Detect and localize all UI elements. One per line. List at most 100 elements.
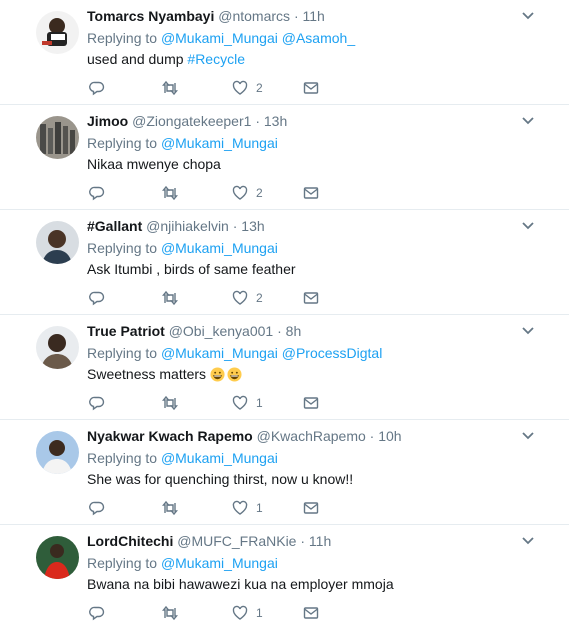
mention-link[interactable]: @Mukami_Mungai [161, 240, 278, 256]
reply-icon [89, 186, 105, 201]
tweet-content: Nyakwar Kwach Rapemo @KwachRapemo · 10h … [87, 427, 529, 488]
tweet-text: used and dump #Recycle [87, 50, 529, 68]
replying-to-label: Replying to [87, 450, 158, 466]
separator-dot: · [300, 533, 306, 549]
replying-to: Replying to @Mukami_Mungai [87, 449, 529, 467]
mention-link[interactable]: @ProcessDigtal [282, 345, 383, 361]
timestamp[interactable]: 8h [286, 323, 302, 339]
tweet-item[interactable]: Tomarcs Nyambayi @ntomarcs · 11h Replyin… [0, 0, 569, 105]
retweet-button[interactable] [161, 79, 179, 97]
tweet-header: LordChitechi @MUFC_FRaNKie · 11h [87, 532, 529, 550]
retweet-button[interactable] [161, 184, 179, 202]
user-handle[interactable]: @njihiakelvin [146, 218, 229, 234]
like-button[interactable]: 2 [232, 289, 263, 307]
chevron-down-icon[interactable] [521, 11, 535, 21]
retweet-button[interactable] [161, 394, 179, 412]
timestamp[interactable]: 13h [264, 113, 287, 129]
mention-link[interactable]: @Mukami_Mungai [161, 30, 278, 46]
chevron-down-icon[interactable] [521, 326, 535, 336]
separator-dot: · [255, 113, 260, 129]
avatar[interactable] [36, 221, 79, 264]
chevron-down-icon[interactable] [521, 431, 535, 441]
avatar[interactable] [36, 11, 79, 54]
retweet-button[interactable] [161, 289, 179, 307]
reply-button[interactable] [89, 499, 105, 517]
timestamp[interactable]: 11h [309, 533, 331, 549]
replying-to: Replying to @Mukami_Mungai [87, 554, 529, 572]
envelope-icon [303, 607, 319, 619]
chevron-down-icon[interactable] [521, 221, 535, 231]
reply-button[interactable] [89, 79, 105, 97]
tweet-content: LordChitechi @MUFC_FRaNKie · 11h Replyin… [87, 532, 529, 593]
direct-message-button[interactable] [303, 394, 319, 412]
reply-icon [89, 81, 105, 96]
reply-feed: Tomarcs Nyambayi @ntomarcs · 11h Replyin… [0, 0, 569, 631]
mention-link[interactable]: @Mukami_Mungai [161, 345, 278, 361]
tweet-item[interactable]: LordChitechi @MUFC_FRaNKie · 11h Replyin… [0, 525, 569, 631]
tweet-item[interactable]: Nyakwar Kwach Rapemo @KwachRapemo · 10h … [0, 420, 569, 525]
avatar[interactable] [36, 326, 79, 369]
grinning-face-emoji [227, 367, 242, 382]
tweet-item[interactable]: Jimoo @Ziongatekeeper1 · 13h Replying to… [0, 105, 569, 210]
display-name[interactable]: LordChitechi [87, 533, 173, 549]
separator-dot: · [232, 218, 238, 234]
mention-link[interactable]: @Mukami_Mungai [161, 135, 278, 151]
tweet-text: Bwana na bibi hawawezi kua na employer m… [87, 576, 394, 592]
direct-message-button[interactable] [303, 289, 319, 307]
like-count: 2 [256, 81, 263, 95]
hashtag-link[interactable]: #Recycle [187, 51, 245, 67]
reply-button[interactable] [89, 604, 105, 622]
reply-button[interactable] [89, 184, 105, 202]
direct-message-button[interactable] [303, 499, 319, 517]
timestamp[interactable]: 13h [241, 218, 264, 234]
retweet-icon [162, 395, 178, 411]
replying-to-label: Replying to [87, 555, 158, 571]
like-button[interactable]: 2 [232, 184, 263, 202]
avatar[interactable] [36, 536, 79, 579]
avatar[interactable] [36, 116, 79, 159]
tweet-header: Nyakwar Kwach Rapemo @KwachRapemo · 10h [87, 427, 529, 445]
tweet-text-body: used and dump [87, 51, 188, 67]
user-handle[interactable]: @KwachRapemo [257, 428, 366, 444]
chevron-down-icon[interactable] [521, 536, 535, 546]
timestamp[interactable]: 10h [378, 428, 401, 444]
mention-link[interactable]: @Mukami_Mungai [161, 450, 278, 466]
display-name[interactable]: Tomarcs Nyambayi [87, 8, 214, 24]
user-handle[interactable]: @Ziongatekeeper1 [132, 113, 251, 129]
user-handle[interactable]: @Obi_kenya001 [169, 323, 274, 339]
like-count: 1 [256, 501, 263, 515]
retweet-button[interactable] [161, 604, 179, 622]
display-name[interactable]: Nyakwar Kwach Rapemo [87, 428, 253, 444]
tweet-text: Nikaa mwenye chopa [87, 156, 221, 172]
reply-button[interactable] [89, 394, 105, 412]
avatar[interactable] [36, 431, 79, 474]
user-handle[interactable]: @MUFC_FRaNKie [177, 533, 296, 549]
direct-message-button[interactable] [303, 184, 319, 202]
display-name[interactable]: True Patriot [87, 323, 165, 339]
reply-button[interactable] [89, 289, 105, 307]
mention-link[interactable]: @Mukami_Mungai [161, 555, 278, 571]
display-name[interactable]: #Gallant [87, 218, 142, 234]
like-button[interactable]: 2 [232, 79, 263, 97]
like-button[interactable]: 1 [232, 499, 263, 517]
timestamp[interactable]: 11h [303, 8, 325, 24]
tweet-header: True Patriot @Obi_kenya001 · 8h [87, 322, 529, 340]
replying-to: Replying to @Mukami_Mungai @ProcessDigta… [87, 344, 529, 362]
envelope-icon [303, 397, 319, 409]
user-handle[interactable]: @ntomarcs [218, 8, 290, 24]
tweet-item[interactable]: #Gallant @njihiakelvin · 13h Replying to… [0, 210, 569, 315]
tweet-header: #Gallant @njihiakelvin · 13h [87, 217, 529, 235]
tweet-item[interactable]: True Patriot @Obi_kenya001 · 8h Replying… [0, 315, 569, 420]
heart-icon [232, 395, 248, 410]
like-button[interactable]: 1 [232, 604, 263, 622]
like-button[interactable]: 1 [232, 394, 263, 412]
mention-link[interactable]: @Asamoh_ [282, 30, 355, 46]
like-count: 1 [256, 606, 263, 620]
retweet-button[interactable] [161, 499, 179, 517]
direct-message-button[interactable] [303, 79, 319, 97]
tweet-header: Tomarcs Nyambayi @ntomarcs · 11h [87, 7, 529, 25]
display-name[interactable]: Jimoo [87, 113, 128, 129]
direct-message-button[interactable] [303, 604, 319, 622]
envelope-icon [303, 502, 319, 514]
chevron-down-icon[interactable] [521, 116, 535, 126]
